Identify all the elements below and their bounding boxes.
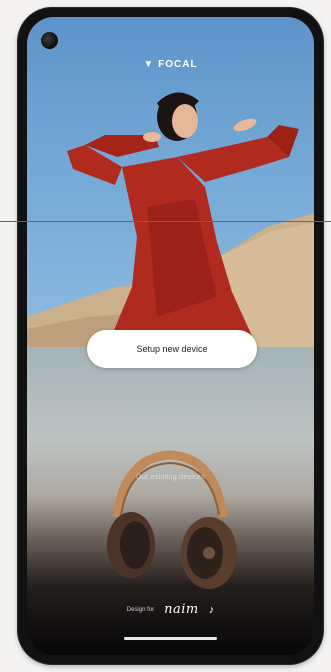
naim-section: Our existing devices Design for naim ♪ — [27, 347, 314, 655]
divider-line — [0, 221, 331, 222]
home-indicator[interactable] — [124, 637, 217, 640]
hero-image: ▼ FOCAL — [27, 17, 314, 347]
front-camera-icon — [41, 32, 58, 49]
phone-screen: ▼ FOCAL Our existing devices Design for … — [27, 17, 314, 655]
focal-mark-icon: ▼ — [143, 59, 155, 70]
naim-logo: naim — [164, 602, 199, 617]
phone-frame: ▼ FOCAL Our existing devices Design for … — [18, 8, 323, 664]
existing-devices-text: Our existing devices — [135, 474, 206, 481]
setup-new-device-button[interactable]: Setup new device — [87, 330, 257, 368]
focal-logo-text: FOCAL — [158, 59, 198, 70]
music-note-icon: ♪ — [208, 603, 215, 616]
design-for-label: Design for — [126, 606, 155, 613]
focal-logo: ▼ FOCAL — [27, 59, 314, 70]
app-stage: ▼ FOCAL Our existing devices Design for … — [0, 0, 331, 672]
design-for-naim: Design for naim ♪ — [27, 602, 314, 617]
